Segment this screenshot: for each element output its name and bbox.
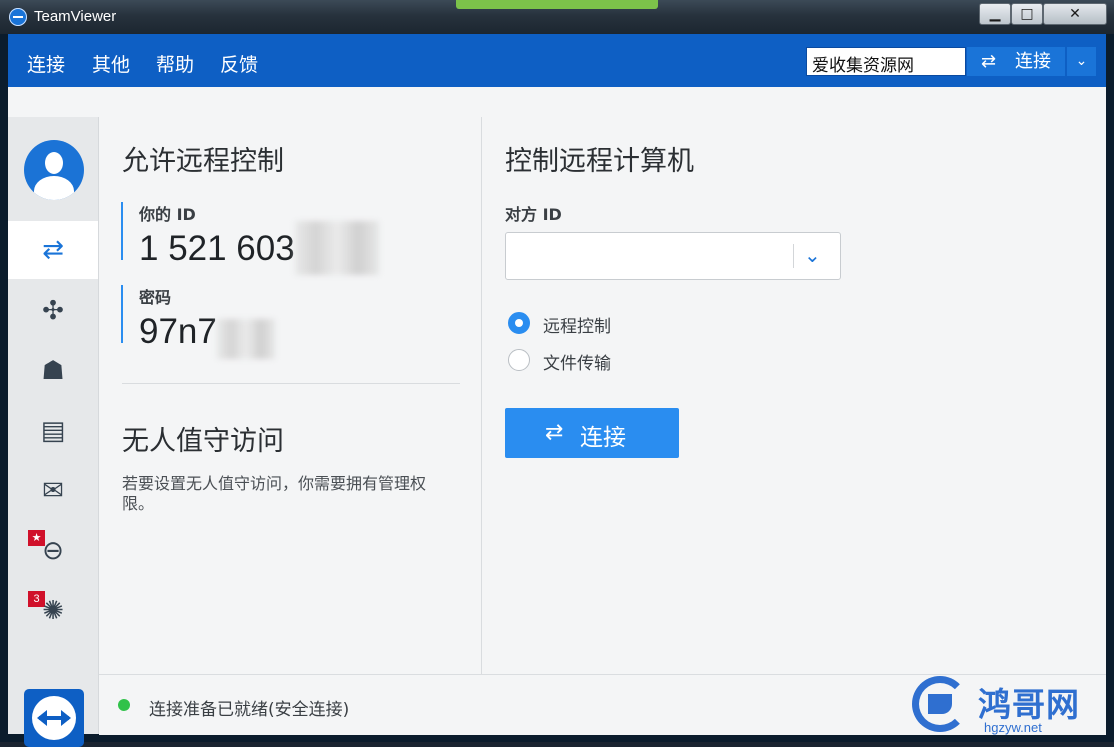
allow-remote-title: 允许远程控制 — [122, 146, 284, 177]
augmented-reality-icon[interactable]: ⊖ — [32, 535, 74, 567]
menu-feedback[interactable]: 反馈 — [220, 50, 258, 77]
window-title: TeamViewer — [34, 8, 117, 25]
quick-connect-label: 连接 — [1015, 51, 1051, 72]
radio-remote-control[interactable] — [508, 312, 530, 334]
input-separator — [793, 244, 794, 268]
quick-connect-input[interactable]: 爱收集资源网 — [806, 47, 966, 76]
window-frame: TeamViewer ▁ □ ✕ 连接 其他 帮助 反馈 爱收集资源网 ⇄ 连接… — [0, 0, 1114, 747]
quick-connect-dropdown[interactable]: ⌄ — [1066, 47, 1096, 76]
quick-connect-button[interactable]: ⇄ 连接 — [967, 47, 1065, 76]
chevron-down-icon[interactable]: ⌄ — [804, 243, 821, 267]
site-watermark: 鸿哥网 hgzyw.net — [912, 676, 1108, 738]
connect-arrows-icon: ⇄ — [981, 51, 997, 72]
menu-connect[interactable]: 连接 — [27, 50, 65, 77]
section-divider — [122, 383, 460, 384]
allow-remote-panel: 允许远程控制 你的 ID 1 521 603 密码 97n7 无人值守访问 若要… — [99, 117, 481, 674]
password-label: 密码 — [139, 288, 172, 307]
remote-control-icon: ⇄ — [42, 235, 64, 265]
status-text: 连接准备已就绪(安全连接) — [149, 700, 350, 720]
contacts-icon[interactable]: ▤ — [32, 415, 74, 447]
partner-id-label: 对方 ID — [505, 205, 562, 224]
watermark-logo-fill — [928, 694, 952, 714]
group-icon[interactable]: ☗ — [32, 355, 74, 387]
chevron-down-icon: ⌄ — [1075, 53, 1088, 69]
password-redaction-blur — [217, 319, 275, 359]
radio-file-transfer[interactable] — [508, 349, 530, 371]
status-indicator-icon — [118, 699, 130, 711]
remote-indicator-tab — [456, 0, 658, 9]
unattended-title: 无人值守访问 — [122, 426, 284, 457]
menu-other[interactable]: 其他 — [92, 50, 130, 77]
control-remote-title: 控制远程计算机 — [505, 146, 694, 177]
radio-remote-control-label[interactable]: 远程控制 — [543, 312, 611, 337]
watermark-brand: 鸿哥网 — [978, 685, 1080, 724]
id-accent-rule — [121, 202, 123, 260]
menu-bar: 连接 其他 帮助 反馈 爱收集资源网 ⇄ 连接 ⌄ — [8, 34, 1106, 87]
maximize-button[interactable]: □ — [1011, 3, 1043, 25]
password-accent-rule — [121, 285, 123, 343]
ideas-icon[interactable]: ✺ — [32, 595, 74, 627]
connect-button-label: 连接 — [580, 425, 626, 451]
teamviewer-logo-icon[interactable] — [24, 689, 84, 747]
chat-icon[interactable]: ✉ — [32, 475, 74, 507]
sidebar: ⇄ ✣ ☗ ▤ ✉ ★ ⊖ 3 ✺ — [8, 117, 99, 747]
your-id-label: 你的 ID — [139, 205, 196, 224]
partner-id-input[interactable]: ⌄ — [505, 232, 841, 280]
watermark-url: hgzyw.net — [984, 720, 1042, 735]
minimize-button[interactable]: ▁ — [979, 3, 1011, 25]
main-content: ⇄ ✣ ☗ ▤ ✉ ★ ⊖ 3 ✺ 允许远程控制 你的 ID 1 521 603… — [8, 87, 1106, 747]
menu-help[interactable]: 帮助 — [156, 50, 194, 77]
panel-divider — [481, 117, 482, 674]
sidebar-item-remote-control[interactable]: ⇄ — [8, 221, 98, 279]
meeting-icon[interactable]: ✣ — [32, 295, 74, 327]
radio-file-transfer-label[interactable]: 文件传输 — [543, 349, 611, 374]
your-id-value: 1 521 603 — [139, 229, 295, 268]
password-value: 97n7 — [139, 312, 217, 351]
connect-arrows-icon: ⇄ — [545, 420, 564, 445]
content-top-strip — [8, 87, 1106, 117]
close-button[interactable]: ✕ — [1043, 3, 1107, 25]
teamviewer-app-icon — [9, 8, 27, 26]
id-redaction-blur — [295, 221, 379, 275]
unattended-hint: 若要设置无人值守访问，你需要拥有管理权限。 — [122, 474, 427, 513]
title-bar: TeamViewer ▁ □ ✕ — [0, 0, 1114, 34]
connect-button[interactable]: ⇄ 连接 — [505, 408, 679, 458]
avatar-icon[interactable] — [24, 140, 84, 200]
